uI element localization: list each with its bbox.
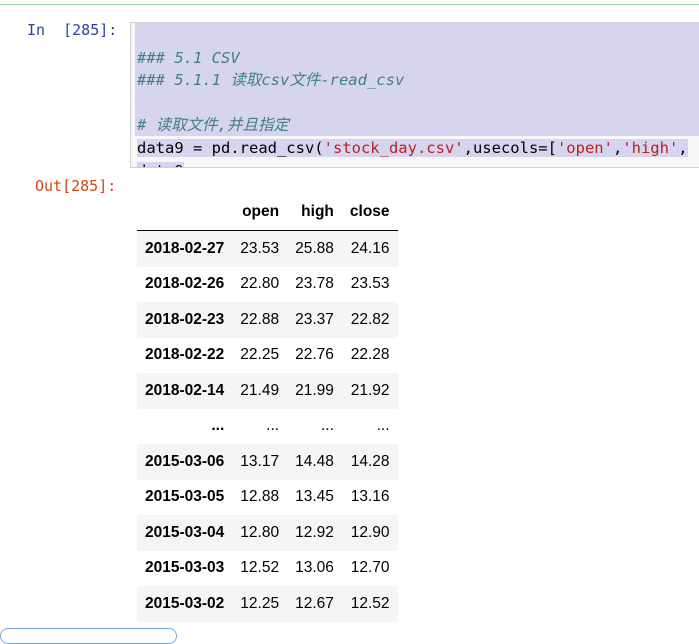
row-index: 2018-02-14 <box>145 381 225 399</box>
cell-close: 13.16 <box>350 488 390 506</box>
cell-high: 23.78 <box>295 275 334 293</box>
row-index: 2018-02-27 <box>145 239 225 257</box>
cell-high: 13.06 <box>295 559 334 577</box>
cell-high: 12.67 <box>295 594 334 612</box>
row-index: 2018-02-23 <box>145 310 225 328</box>
cell-close: 14.28 <box>350 452 390 470</box>
table-body: 2018-02-27 23.53 25.88 24.16 2018-02-26 22.80… <box>137 230 398 622</box>
cell-close: 22.82 <box>350 310 390 328</box>
cell-close: 23.53 <box>350 275 390 293</box>
table-row: 2015-03-03 12.52 13.06 12.70 <box>137 550 398 586</box>
column-header-high: high <box>287 194 342 231</box>
input-prompt: In [285]: <box>27 21 118 39</box>
row-index: 2015-03-04 <box>145 523 225 541</box>
cell-high: 22.76 <box>295 346 334 364</box>
row-index: 2015-03-03 <box>145 559 225 577</box>
table-row: 2015-03-02 12.25 12.67 12.52 <box>137 586 398 622</box>
row-index: 2018-02-22 <box>145 346 225 364</box>
table-row: 2018-02-27 23.53 25.88 24.16 <box>137 230 398 267</box>
code-line-2: ### 5.1.1 读取csv文件-read_csv <box>137 71 405 90</box>
code-line-1: ### 5.1 CSV <box>137 48 240 67</box>
cell-open: 13.17 <box>240 452 280 470</box>
cell-high: 14.48 <box>295 452 334 470</box>
table-row: 2015-03-04 12.80 12.92 12.90 <box>137 515 398 551</box>
table-row: 2018-02-23 22.88 23.37 22.82 <box>137 302 398 338</box>
cell-close: 12.90 <box>350 523 390 541</box>
cell-close: 12.70 <box>350 559 390 577</box>
row-index: 2015-03-02 <box>145 594 225 612</box>
column-header-open: open <box>232 194 288 231</box>
index-header <box>137 194 233 231</box>
cell-high: 21.99 <box>295 381 334 399</box>
cell-high: ... <box>320 417 334 435</box>
output-prompt: Out[285]: <box>35 177 117 195</box>
table-row: 2018-02-14 21.49 21.99 21.92 <box>137 373 398 409</box>
code-line-6: data9 <box>137 161 184 167</box>
cell-high: 23.37 <box>295 310 334 328</box>
table-row: ............ <box>137 408 398 444</box>
cell-open: 12.52 <box>240 559 280 577</box>
cell-open: 22.80 <box>240 275 280 293</box>
cell-open: 22.25 <box>240 346 280 364</box>
dataframe-table: open high close 2018-02-27 23.53 25.88 24.1… <box>137 194 398 622</box>
cell-open: 12.80 <box>240 523 280 541</box>
cell-close: 24.16 <box>350 239 390 257</box>
row-index: 2018-02-26 <box>145 275 225 293</box>
cell-close: 12.52 <box>350 594 390 612</box>
bottom-scroll-tab[interactable] <box>0 628 177 644</box>
row-index: 2015-03-05 <box>145 488 225 506</box>
code-line-4: # 读取文件,并且指定 <box>137 116 289 135</box>
table-row: 2015-03-06 13.17 14.48 14.28 <box>137 444 398 480</box>
cell-open: 12.25 <box>240 594 280 612</box>
cell-open: 12.88 <box>240 488 280 506</box>
table-header-row: open high close <box>137 194 398 231</box>
cell-close: 22.28 <box>350 346 390 364</box>
table-row: 2018-02-22 22.25 22.76 22.28 <box>137 337 398 373</box>
code-editor[interactable]: ### 5.1 CSV ### 5.1.1 读取csv文件-read_csv #… <box>137 24 688 167</box>
cell-open: ... <box>266 417 280 435</box>
column-header-close: close <box>341 194 398 231</box>
cell-close: 21.92 <box>350 381 390 399</box>
cell-high: 13.45 <box>295 488 334 506</box>
cell-close: ... <box>376 417 390 435</box>
row-index: 2015-03-06 <box>145 452 225 470</box>
cell-open: 21.49 <box>240 381 280 399</box>
table-row: 2018-02-26 22.80 23.78 23.53 <box>137 266 398 302</box>
code-input-area[interactable]: ### 5.1 CSV ### 5.1.1 读取csv文件-read_csv #… <box>130 22 699 168</box>
cell-open: 23.53 <box>240 239 280 257</box>
cell-open: 22.88 <box>240 310 280 328</box>
cell-top-border <box>0 4 699 5</box>
table-row: 2015-03-05 12.88 13.45 13.16 <box>137 479 398 515</box>
code-line-5: data9 = pd.read_csv('stock_day.csv',usec… <box>137 138 688 157</box>
cell-high: 25.88 <box>295 239 334 257</box>
output-area: open high close 2018-02-27 23.53 25.88 24.1… <box>130 172 699 635</box>
cell-high: 12.92 <box>295 523 334 541</box>
row-index: ... <box>211 417 225 435</box>
